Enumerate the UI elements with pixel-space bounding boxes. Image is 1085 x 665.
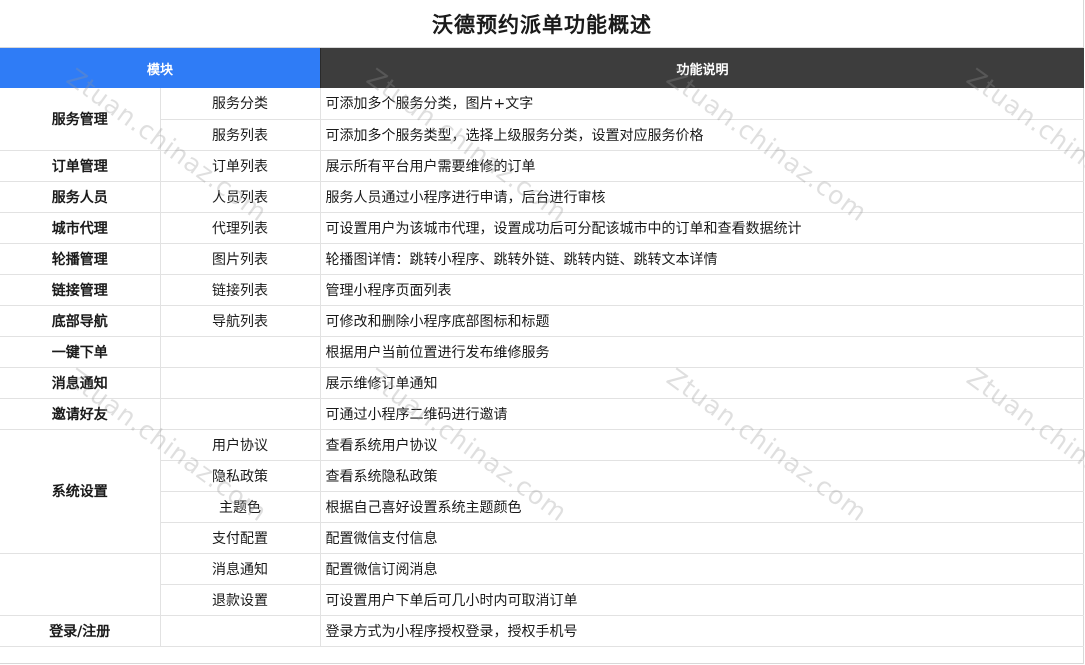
submodule-cell <box>160 398 321 430</box>
feature-table: 服务管理 服务分类 可添加多个服务分类，图片+文字 服务列表 可添加多个服务类型，选择上… <box>0 88 1084 647</box>
table-row: 支付配置 配置微信支付信息 <box>0 522 1084 554</box>
page-title: 沃德预约派单功能概述 <box>0 0 1084 48</box>
submodule-cell: 用户协议 <box>160 429 321 461</box>
feature-table-sheet: 沃德预约派单功能概述 模块 功能说明 服务管理 服务分类 可添加多个服务分类，图片+… <box>0 0 1084 664</box>
table-row: 消息通知 配置微信订阅消息 <box>0 553 1084 616</box>
module-cell <box>0 553 161 616</box>
submodule-cell: 链接列表 <box>160 274 321 306</box>
submodule-cell: 代理列表 <box>160 212 321 244</box>
table-row: 邀请好友 可通过小程序二维码进行邀请 <box>0 398 1084 430</box>
description-cell: 展示所有平台用户需要维修的订单 <box>320 150 1084 182</box>
table-row: 隐私政策 查看系统隐私政策 <box>0 460 1084 492</box>
module-cell: 底部导航 <box>0 305 161 337</box>
module-cell: 一键下单 <box>0 336 161 368</box>
description-cell: 可添加多个服务类型，选择上级服务分类，设置对应服务价格 <box>320 119 1084 151</box>
module-cell: 链接管理 <box>0 274 161 306</box>
description-cell: 登录方式为小程序授权登录，授权手机号 <box>320 615 1084 647</box>
description-cell: 轮播图详情：跳转小程序、跳转外链、跳转内链、跳转文本详情 <box>320 243 1084 275</box>
submodule-cell: 消息通知 <box>160 553 321 585</box>
submodule-cell: 人员列表 <box>160 181 321 213</box>
table-row: 主题色 根据自己喜好设置系统主题颜色 <box>0 491 1084 523</box>
module-cell: 系统设置 <box>0 429 161 554</box>
submodule-cell <box>160 336 321 368</box>
submodule-cell: 服务列表 <box>160 119 321 151</box>
module-cell: 订单管理 <box>0 150 161 182</box>
table-row: 退款设置 可设置用户下单后可几小时内可取消订单 <box>0 584 1084 616</box>
module-column-header: 模块 <box>0 48 320 88</box>
submodule-cell <box>160 367 321 399</box>
table-row: 轮播管理 图片列表 轮播图详情：跳转小程序、跳转外链、跳转内链、跳转文本详情 <box>0 243 1084 275</box>
module-cell: 邀请好友 <box>0 398 161 430</box>
module-cell: 服务人员 <box>0 181 161 213</box>
table-row: 系统设置 用户协议 查看系统用户协议 <box>0 429 1084 554</box>
description-cell: 根据用户当前位置进行发布维修服务 <box>320 336 1084 368</box>
module-cell: 登录/注册 <box>0 615 161 647</box>
submodule-cell: 图片列表 <box>160 243 321 275</box>
submodule-cell: 隐私政策 <box>160 460 321 492</box>
description-cell: 可设置用户下单后可几小时内可取消订单 <box>320 584 1084 616</box>
description-cell: 查看系统隐私政策 <box>320 460 1084 492</box>
module-cell: 消息通知 <box>0 367 161 399</box>
description-cell: 服务人员通过小程序进行申请，后台进行审核 <box>320 181 1084 213</box>
description-cell: 可通过小程序二维码进行邀请 <box>320 398 1084 430</box>
submodule-cell: 导航列表 <box>160 305 321 337</box>
module-cell: 城市代理 <box>0 212 161 244</box>
table-row: 底部导航 导航列表 可修改和删除小程序底部图标和标题 <box>0 305 1084 337</box>
description-cell: 展示维修订单通知 <box>320 367 1084 399</box>
module-cell: 轮播管理 <box>0 243 161 275</box>
table-row: 服务管理 服务分类 可添加多个服务分类，图片+文字 <box>0 88 1084 151</box>
submodule-cell: 订单列表 <box>160 150 321 182</box>
module-cell: 服务管理 <box>0 88 161 151</box>
table-row: 一键下单 根据用户当前位置进行发布维修服务 <box>0 336 1084 368</box>
submodule-cell: 支付配置 <box>160 522 321 554</box>
table-row: 服务人员 人员列表 服务人员通过小程序进行申请，后台进行审核 <box>0 181 1084 213</box>
table-row: 服务列表 可添加多个服务类型，选择上级服务分类，设置对应服务价格 <box>0 119 1084 151</box>
description-column-header: 功能说明 <box>320 48 1084 88</box>
description-cell: 可修改和删除小程序底部图标和标题 <box>320 305 1084 337</box>
description-cell: 根据自己喜好设置系统主题颜色 <box>320 491 1084 523</box>
submodule-cell: 主题色 <box>160 491 321 523</box>
description-cell: 可设置用户为该城市代理，设置成功后可分配该城市中的订单和查看数据统计 <box>320 212 1084 244</box>
table-row: 链接管理 链接列表 管理小程序页面列表 <box>0 274 1084 306</box>
description-cell: 管理小程序页面列表 <box>320 274 1084 306</box>
table-row: 城市代理 代理列表 可设置用户为该城市代理，设置成功后可分配该城市中的订单和查看数据… <box>0 212 1084 244</box>
table-row: 订单管理 订单列表 展示所有平台用户需要维修的订单 <box>0 150 1084 182</box>
description-cell: 配置微信支付信息 <box>320 522 1084 554</box>
submodule-cell <box>160 615 321 647</box>
submodule-cell: 服务分类 <box>160 88 321 120</box>
description-cell: 配置微信订阅消息 <box>320 553 1084 585</box>
table-row: 登录/注册 登录方式为小程序授权登录，授权手机号 <box>0 615 1084 647</box>
table-row: 消息通知 展示维修订单通知 <box>0 367 1084 399</box>
description-cell: 查看系统用户协议 <box>320 429 1084 461</box>
description-cell: 可添加多个服务分类，图片+文字 <box>320 88 1084 120</box>
submodule-cell: 退款设置 <box>160 584 321 616</box>
